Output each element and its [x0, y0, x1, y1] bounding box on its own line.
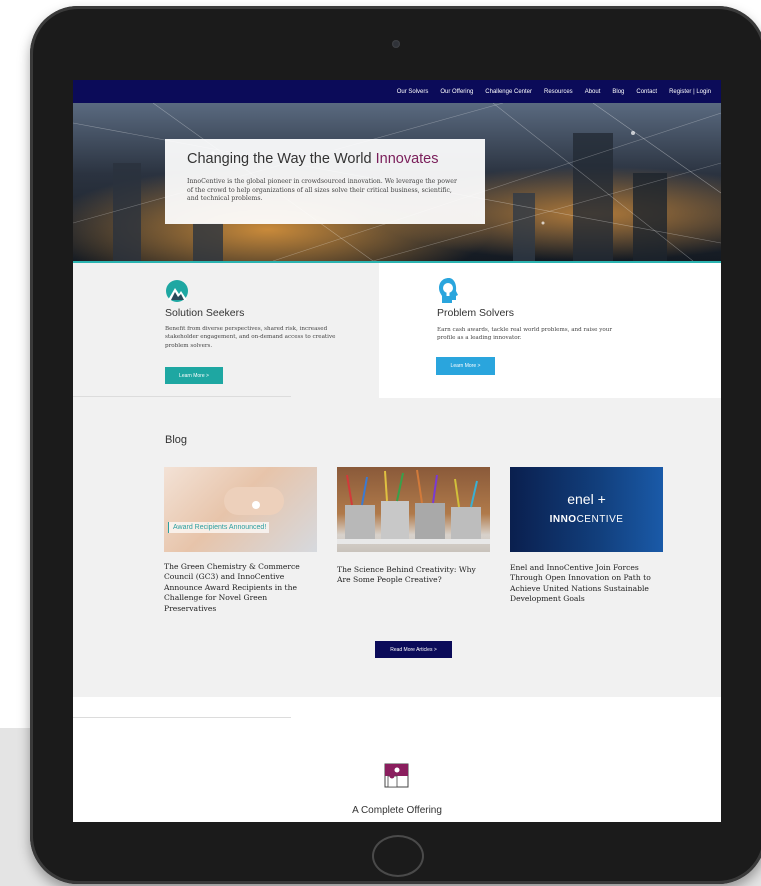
tablet-home-button[interactable]	[372, 835, 424, 877]
innocentive-logo-rest: CENTIVE	[576, 514, 624, 525]
blog-section: Blog Award Recipients Announced! The Gre…	[73, 398, 721, 697]
award-hands-image[interactable]: Award Recipients Announced!	[164, 467, 317, 552]
nav-register-login[interactable]: Register | Login	[669, 89, 711, 95]
paintbrushes-image[interactable]	[337, 467, 490, 552]
blog-heading: Blog	[165, 434, 188, 446]
seekers-learn-more-button[interactable]: Learn More >	[165, 367, 223, 384]
top-navigation: Our Solvers Our Offering Challenge Cente…	[73, 80, 721, 103]
enel-logo-text: enel +	[567, 491, 606, 507]
seekers-heading: Solution Seekers	[165, 307, 245, 319]
hero-title-prefix: Changing the Way the World	[187, 151, 376, 167]
nav-blog[interactable]: Blog	[612, 89, 624, 95]
nav-resources[interactable]: Resources	[544, 89, 573, 95]
tablet-camera	[392, 40, 400, 48]
website-screen: Our Solvers Our Offering Challenge Cente…	[73, 80, 721, 822]
seekers-description: Benefit from diverse perspectives, share…	[165, 326, 336, 349]
award-recipients-label: Award Recipients Announced!	[168, 522, 270, 533]
hero-title-accent: Innovates	[375, 151, 439, 167]
lightbulb-head-icon	[439, 278, 458, 303]
complete-offering-heading: A Complete Offering	[352, 805, 442, 816]
solution-seekers-panel: Solution Seekers Benefit from diverse pe…	[73, 263, 379, 398]
blog-card-title[interactable]: The Green Chemistry & Commerce Council (…	[164, 562, 317, 614]
nav-contact[interactable]: Contact	[636, 89, 657, 95]
blog-card-creativity[interactable]: The Science Behind Creativity: Why Are S…	[337, 467, 490, 586]
section-divider	[73, 396, 291, 397]
blog-card-enel[interactable]: enel + INNOCENTIVE Enel and InnoCentive …	[510, 467, 663, 605]
blog-card-title[interactable]: Enel and InnoCentive Join Forces Through…	[510, 563, 663, 605]
enel-innocentive-logo-image[interactable]: enel + INNOCENTIVE	[510, 467, 663, 552]
read-more-articles-button[interactable]: Read More Articles >	[375, 641, 452, 658]
hero-banner: Changing the Way the World Innovates Inn…	[73, 103, 721, 261]
hero-title: Changing the Way the World Innovates	[187, 151, 463, 167]
nav-challenge-center[interactable]: Challenge Center	[485, 89, 532, 95]
solvers-learn-more-button[interactable]: Learn More >	[436, 357, 495, 375]
solvers-description: Earn cash awards, tackle real world prob…	[437, 327, 613, 342]
puzzle-icon	[384, 763, 409, 788]
solvers-heading: Problem Solvers	[437, 307, 515, 319]
blog-card-gc3[interactable]: Award Recipients Announced! The Green Ch…	[164, 467, 317, 614]
blog-card-title[interactable]: The Science Behind Creativity: Why Are S…	[337, 565, 490, 586]
hero-text-box: Changing the Way the World Innovates Inn…	[165, 139, 485, 224]
nav-our-solvers[interactable]: Our Solvers	[397, 89, 429, 95]
innocentive-logo-text: INNOCENTIVE	[510, 514, 663, 525]
mountain-icon	[166, 280, 188, 302]
nav-about[interactable]: About	[585, 89, 601, 95]
hero-description: InnoCentive is the global pioneer in cro…	[187, 178, 457, 202]
section-divider	[73, 717, 291, 718]
innocentive-logo-bold: INNO	[549, 514, 577, 525]
problem-solvers-panel: Problem Solvers Earn cash awards, tackle…	[379, 263, 721, 398]
nav-our-offering[interactable]: Our Offering	[440, 89, 473, 95]
